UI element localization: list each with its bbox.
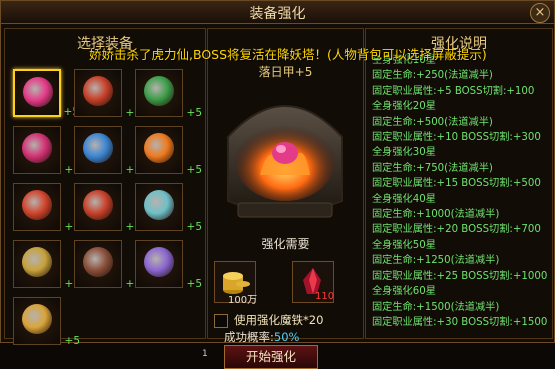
wing-helmet-icon xyxy=(144,247,174,277)
equipment-slot[interactable]: +5 xyxy=(135,126,202,176)
pink-necklace-icon xyxy=(22,133,52,163)
close-button[interactable]: × xyxy=(530,3,550,23)
red-bracelet-icon xyxy=(83,76,113,106)
equipment-slot[interactable]: +5 xyxy=(135,69,202,119)
description-line: 固定生命:+1250(法道减半) xyxy=(372,255,500,267)
description-line: 全身强化30星 xyxy=(372,147,436,159)
start-enhance-label: 开始强化 xyxy=(245,349,296,364)
description-line: 固定职业属性:+25 BOSS切割:+1000 xyxy=(372,270,548,282)
equipment-slot[interactable]: +5 xyxy=(13,126,80,176)
equipment-slot[interactable]: +5 xyxy=(135,240,202,290)
flame-orb-icon xyxy=(144,133,174,163)
system-notice: 娇娇击杀了虎力仙,BOSS将复活在降妖塔！(人物背包可以选择屏蔽提示) xyxy=(89,47,487,62)
success-rate-value: 50% xyxy=(273,330,300,344)
use-iron-checkbox[interactable] xyxy=(214,314,228,328)
equipment-slot[interactable]: +5 xyxy=(13,69,79,118)
enhance-window: 装备强化 × 娇娇击杀了虎力仙,BOSS将复活在降妖塔！(人物背包可以选择屏蔽提… xyxy=(0,0,555,369)
page-index: 1 xyxy=(202,349,208,359)
description-line: 固定职业属性:+30 BOSS切割:+1500 xyxy=(372,316,548,328)
window-title: 装备强化 xyxy=(249,6,306,22)
dark-boots-icon xyxy=(83,247,113,277)
description-line: 固定职业属性:+5 BOSS切割:+100 xyxy=(372,85,535,97)
equipment-slot[interactable]: +5 xyxy=(74,126,141,176)
red-bracelet-icon xyxy=(83,190,113,220)
gold-weapon-icon xyxy=(22,304,52,334)
pink-ring-icon xyxy=(23,77,53,107)
description-line: 全身强化20星 xyxy=(372,101,436,113)
equipment-level: +5 xyxy=(186,278,202,290)
description-line: 固定生命:+500(法道减半) xyxy=(372,116,493,128)
equipment-slot[interactable]: +5 xyxy=(74,69,141,119)
description-panel: 强化说明 全身强化10星 固定生命:+250(法道减半) 固定职业属性:+5 BOS… xyxy=(365,28,553,339)
equipment-slot[interactable]: +5 xyxy=(13,240,80,290)
equipment-slot[interactable]: +5 xyxy=(74,240,141,290)
equipment-level: +5 xyxy=(186,164,202,176)
description-line: 全身强化40星 xyxy=(372,193,436,205)
equipment-level: +5 xyxy=(64,335,80,347)
equipment-level: +5 xyxy=(186,221,202,233)
use-iron-label: 使用强化魔铁*20 xyxy=(234,313,324,327)
title-bar[interactable]: 装备强化 × xyxy=(1,1,554,24)
description-line: 固定职业属性:+10 BOSS切割:+300 xyxy=(372,132,541,144)
preview-panel: 落日甲+5 强化需要 100万 110 使用强化魔铁*20 成功概率:50% 1… xyxy=(202,28,364,369)
red-bracelet-icon xyxy=(22,190,52,220)
description-line: 全身强化60星 xyxy=(372,286,436,298)
ice-armor-icon xyxy=(144,190,174,220)
equipment-slot[interactable]: +5 xyxy=(13,297,80,347)
gold-boots-icon xyxy=(22,247,52,277)
selected-item-label: 落日甲+5 xyxy=(258,65,313,79)
description-line: 固定生命:+250(法道减半) xyxy=(372,70,493,82)
requirement-label: 强化需要 xyxy=(261,237,310,251)
gold-amount: 100万 xyxy=(228,295,258,306)
description-line: 固定生命:+1500(法道减半) xyxy=(372,301,500,313)
description-line: 固定职业属性:+20 BOSS切割:+700 xyxy=(372,224,541,236)
description-list: 全身强化10星 固定生命:+250(法道减半) 固定职业属性:+5 BOSS切割:+… xyxy=(372,53,548,330)
forge-altar-icon xyxy=(227,105,343,218)
equipment-slot[interactable]: +5 xyxy=(135,183,202,233)
crystal-amount: 110 xyxy=(315,291,335,302)
start-enhance-button[interactable]: 开始强化 xyxy=(224,345,318,369)
description-line: 固定生命:+750(法道减半) xyxy=(372,162,493,174)
description-line: 全身强化50星 xyxy=(372,239,436,251)
equipment-panel: 选择装备 +5 +5 +5 +5 +5 +5 +5 +5 +5 +5 +5 +5 +5 xyxy=(4,28,206,347)
blue-orb-icon xyxy=(83,133,113,163)
description-line: 固定职业属性:+15 BOSS切割:+500 xyxy=(372,178,541,190)
equipment-level: +5 xyxy=(186,107,202,119)
description-line: 固定生命:+1000(法道减半) xyxy=(372,209,500,221)
equipment-slot[interactable]: +5 xyxy=(74,183,141,233)
success-rate-label: 成功概率: xyxy=(224,330,274,344)
green-amulet-icon xyxy=(144,76,174,106)
equipment-slot[interactable]: +5 xyxy=(13,183,80,233)
